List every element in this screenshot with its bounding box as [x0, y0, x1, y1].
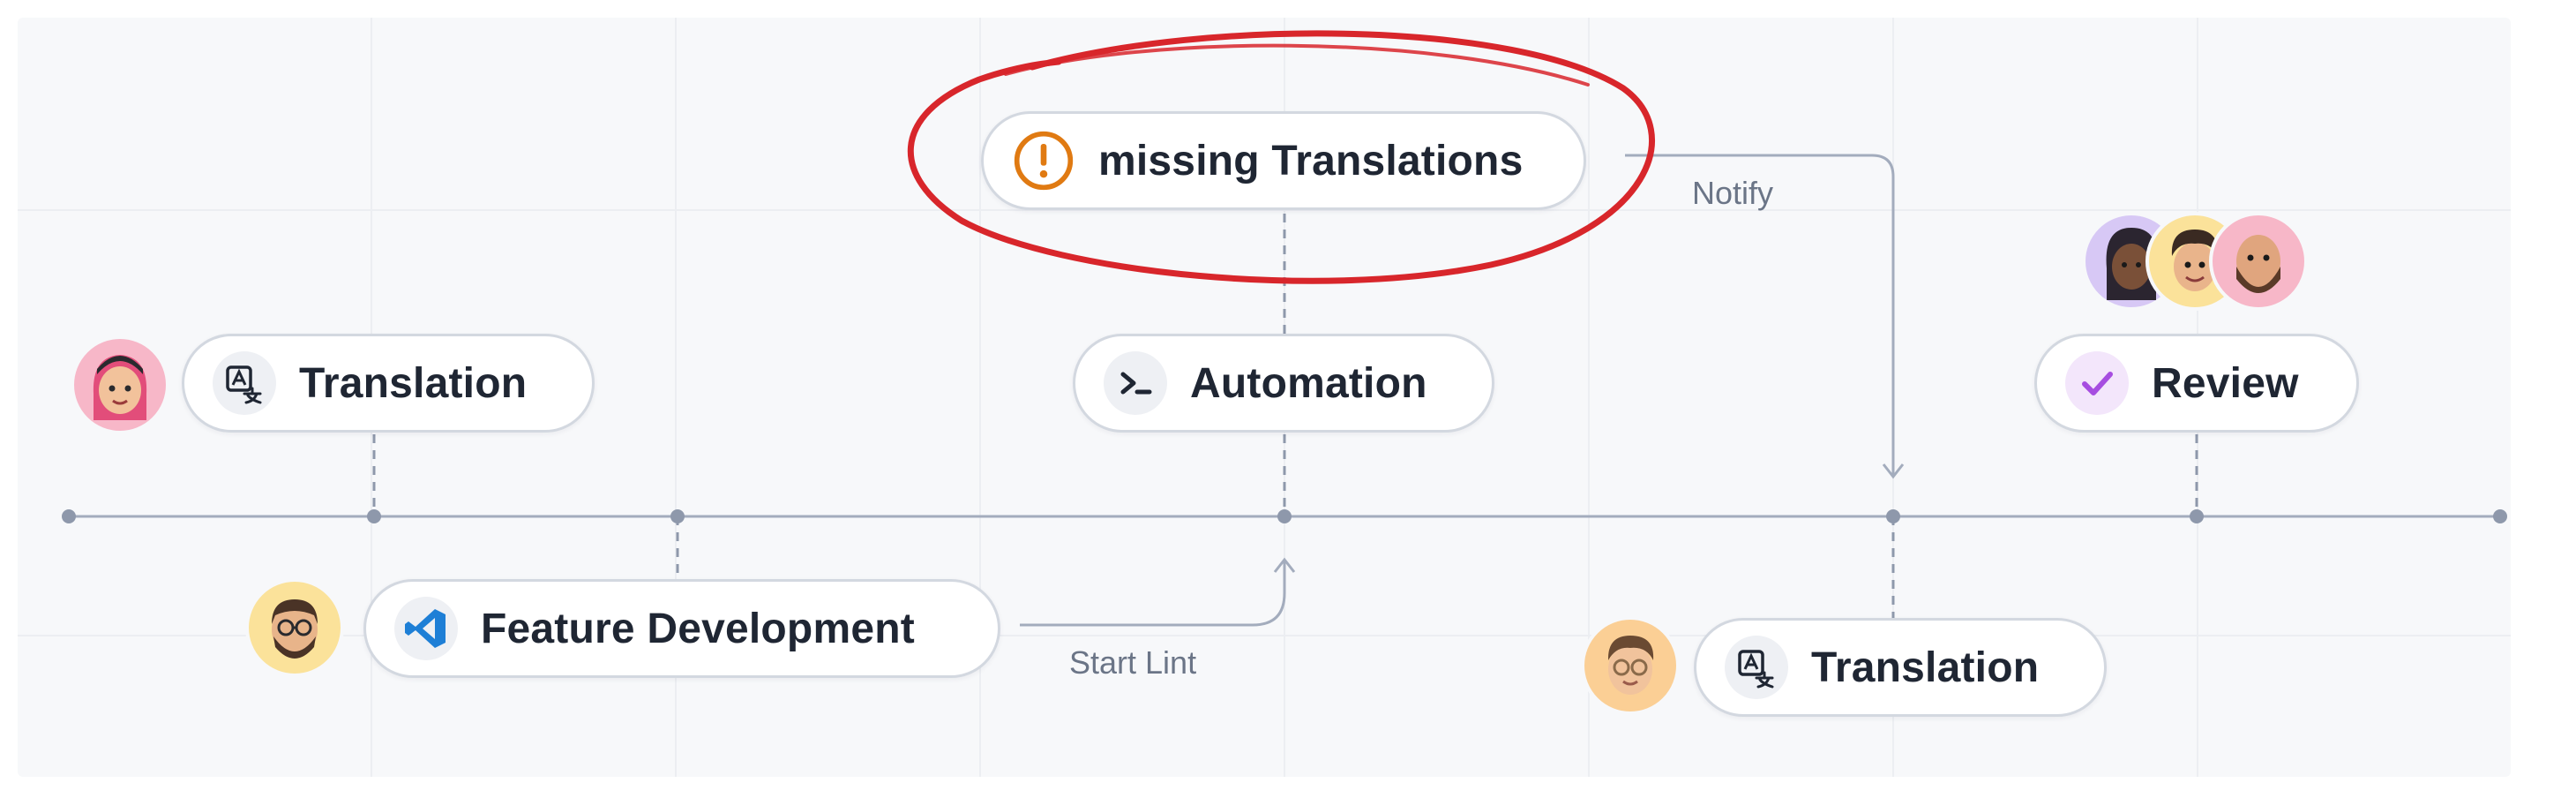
annotation-layer [907, 30, 1655, 284]
